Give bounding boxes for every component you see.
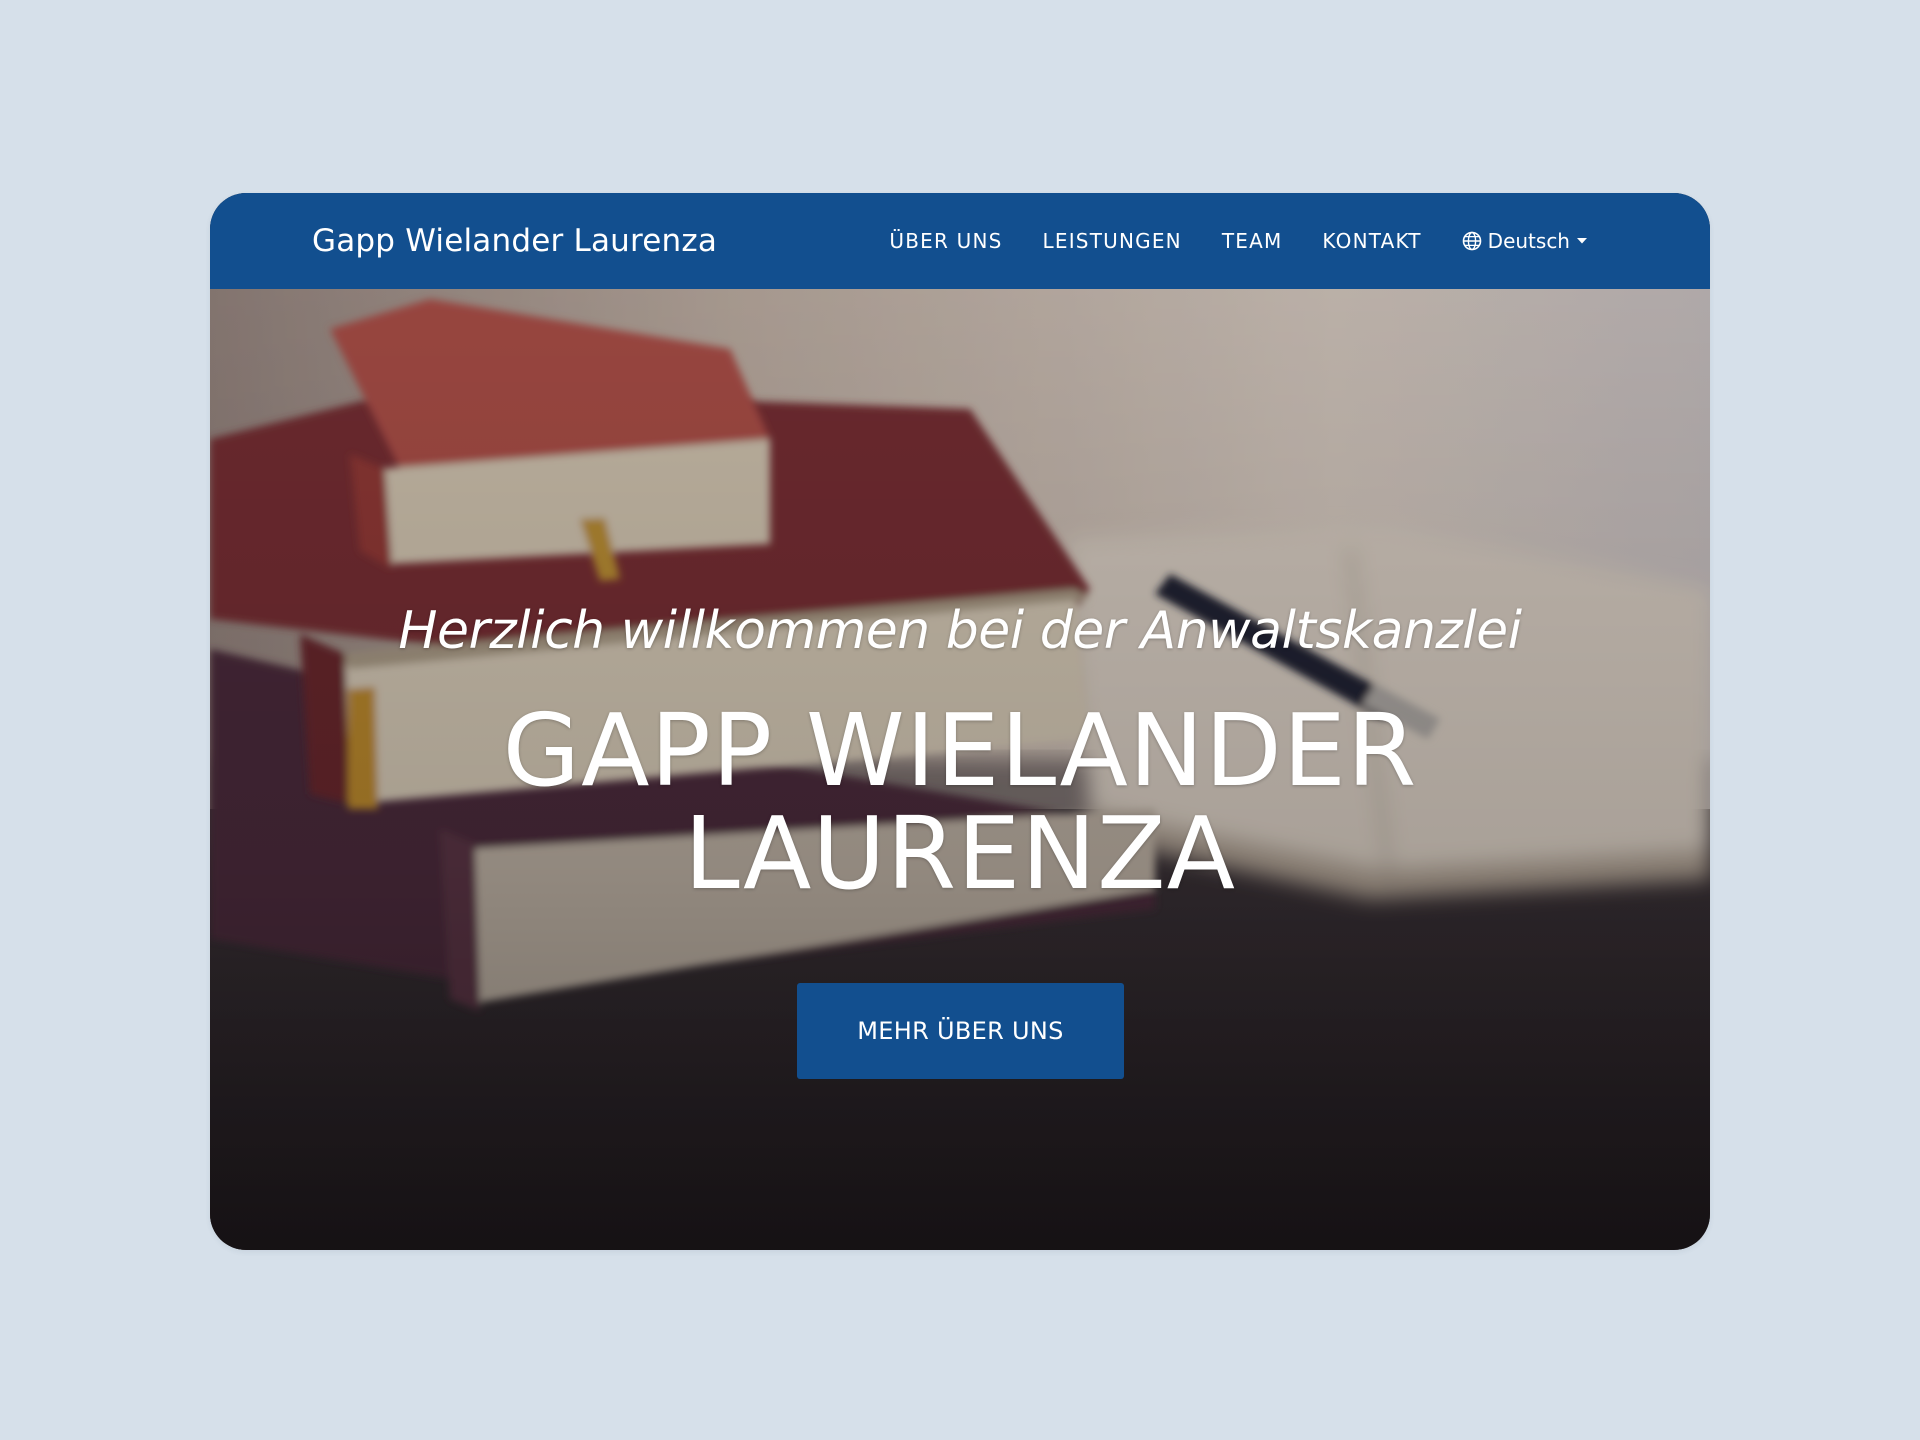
globe-icon	[1462, 231, 1482, 251]
nav-link-ueber-uns[interactable]: ÜBER UNS	[889, 229, 1002, 253]
nav-link-team[interactable]: TEAM	[1222, 229, 1283, 253]
hero-title-line-1: GAPP WIELANDER	[502, 692, 1418, 809]
nav-menu: ÜBER UNS LEISTUNGEN TEAM KONTAKT Deutsch	[889, 193, 1588, 289]
hero-section: Herzlich willkommen bei der Anwaltskanzl…	[210, 289, 1710, 1250]
hero-title-line-2: LAURENZA	[684, 795, 1236, 912]
nav-link-kontakt[interactable]: KONTAKT	[1322, 229, 1421, 253]
brand-logo-text[interactable]: Gapp Wielander Laurenza	[312, 193, 717, 289]
language-label: Deutsch	[1487, 229, 1570, 253]
language-dropdown[interactable]: Deutsch	[1462, 229, 1588, 253]
hero-title: GAPP WIELANDER LAURENZA	[210, 699, 1710, 905]
hero-subtitle: Herzlich willkommen bei der Anwaltskanzl…	[398, 601, 1522, 661]
caret-down-icon	[1576, 237, 1588, 245]
browser-window: Gapp Wielander Laurenza ÜBER UNS LEISTUN…	[210, 193, 1710, 1250]
mehr-ueber-uns-button[interactable]: MEHR ÜBER UNS	[797, 983, 1124, 1079]
navbar: Gapp Wielander Laurenza ÜBER UNS LEISTUN…	[210, 193, 1710, 289]
nav-link-leistungen[interactable]: LEISTUNGEN	[1043, 229, 1182, 253]
